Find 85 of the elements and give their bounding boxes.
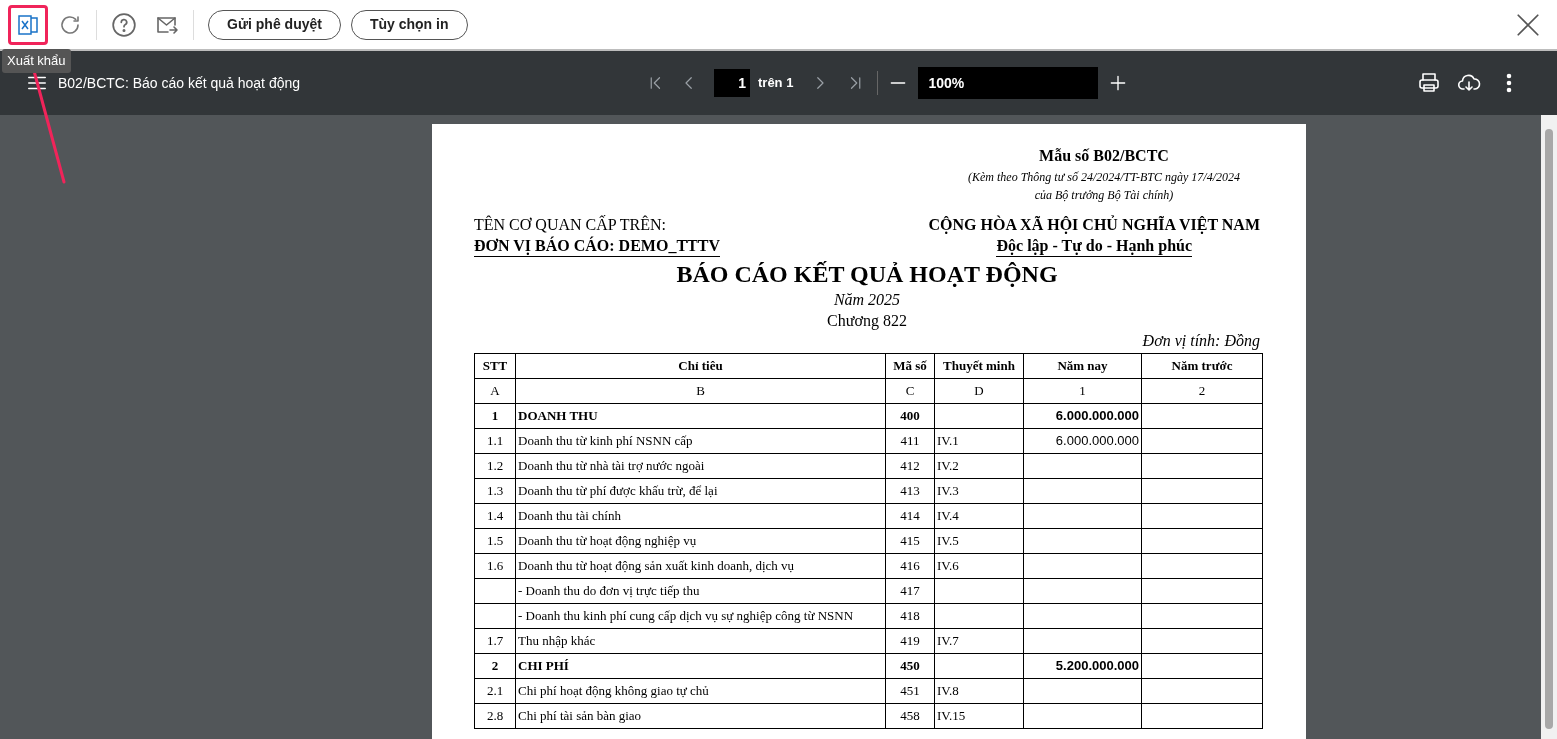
table-cell: 412 (885, 453, 935, 479)
column-header: Mã số (885, 353, 935, 379)
table-cell: 1.2 (474, 453, 516, 479)
table-cell: 450 (885, 653, 935, 679)
table-cell: 416 (885, 553, 935, 579)
column-header: Năm trước (1141, 353, 1263, 379)
table-cell (474, 603, 516, 629)
unit-note: Đơn vị tính: Đồng (1142, 331, 1260, 351)
table-cell: Doanh thu từ phí được khấu trừ, để lại (515, 478, 886, 504)
form-note: của Bộ trưởng Bộ Tài chính) (1034, 187, 1174, 204)
table-cell: 417 (885, 578, 935, 604)
document-title: B02/BCTC: Báo cáo kết quả hoạt động (58, 73, 302, 93)
page-total: trên 1 (758, 74, 794, 93)
table-cell (474, 578, 516, 604)
table-cell: 418 (885, 603, 935, 629)
table-cell: 400 (885, 403, 935, 429)
table-cell: 2 (474, 653, 516, 679)
table-cell: 413 (885, 478, 935, 504)
report-title: BÁO CÁO KẾT QUẢ HOẠT ĐỘNG (676, 260, 1058, 289)
table-cell: 1.7 (474, 628, 516, 654)
table-cell: Thu nhập khác (515, 628, 886, 654)
table-cell: 414 (885, 503, 935, 529)
table-cell: 458 (885, 703, 935, 729)
table-cell: IV.4 (934, 503, 1024, 529)
table-cell: CHI PHÍ (515, 653, 886, 679)
table-cell: Doanh thu từ hoạt động sản xuất kinh doanh, dịch vụ (515, 553, 886, 579)
table-cell: - Doanh thu do đơn vị trực tiếp thu (515, 578, 886, 604)
table-cell: Chi phí tài sản bàn giao (515, 703, 886, 729)
column-header: Thuyết minh (934, 353, 1024, 379)
export-excel-button[interactable] (8, 4, 48, 45)
column-header: Năm nay (1023, 353, 1142, 379)
table-cell: 6.000.000.000 (1023, 403, 1142, 429)
table-cell: 1.1 (474, 428, 516, 454)
table-cell: 415 (885, 528, 935, 554)
table-cell: 6.000.000.000 (1023, 428, 1142, 454)
table-cell: 1 (1023, 378, 1142, 404)
table-cell: Doanh thu từ nhà tài trợ nước ngoài (515, 453, 886, 479)
help-icon[interactable] (111, 11, 137, 38)
report-chapter: Chương 822 (827, 311, 907, 331)
table-cell: IV.1 (934, 428, 1024, 454)
table-cell: IV.8 (934, 678, 1024, 704)
table-cell: 1.6 (474, 553, 516, 579)
column-header: STT (474, 353, 516, 379)
table-cell: 2.8 (474, 703, 516, 729)
form-number: Mẫu số B02/BCTC (1039, 146, 1169, 166)
table-cell: D (934, 378, 1024, 404)
table-cell: IV.6 (934, 553, 1024, 579)
table-cell: IV.5 (934, 528, 1024, 554)
table-cell: 2 (1141, 378, 1263, 404)
table-cell: IV.2 (934, 453, 1024, 479)
table-cell: DOANH THU (515, 403, 886, 429)
form-note: (Kèm theo Thông tư số 24/2024/TT-BTC ngày 17/4/2024 (968, 169, 1240, 186)
print-icon[interactable] (1417, 71, 1441, 95)
scrollbar[interactable] (1541, 115, 1557, 739)
table-cell: A (474, 378, 516, 404)
table-cell: C (885, 378, 935, 404)
reporting-unit: ĐƠN VỊ BÁO CÁO: DEMO_TTTV (474, 235, 720, 257)
nation-heading: CỘNG HÒA XÃ HỘI CHỦ NGHĨA VIỆT NAM (928, 214, 1260, 235)
table-cell: 1.5 (474, 528, 516, 554)
table-cell: 1.3 (474, 478, 516, 504)
motto: Độc lập - Tự do - Hạnh phúc (996, 235, 1193, 257)
parent-agency-label: TÊN CƠ QUAN CẤP TRÊN: (474, 214, 667, 235)
table-cell: 5.200.000.000 (1023, 653, 1142, 679)
tooltip: Xuất khẩu (2, 49, 71, 73)
table-cell: 1 (474, 403, 516, 429)
table-cell: Doanh thu từ kinh phí NSNN cấp (515, 428, 886, 454)
table-cell: Doanh thu từ hoạt động nghiệp vụ (515, 528, 886, 554)
table-cell: Doanh thu tài chính (515, 503, 886, 529)
table-cell: - Doanh thu kinh phí cung cấp dịch vụ sự nghiệp công từ NSNN (515, 603, 886, 629)
table-cell: Chi phí hoạt động không giao tự chủ (515, 678, 886, 704)
spreadsheet-icon[interactable] (18, 13, 38, 36)
table-cell: 451 (885, 678, 935, 704)
table-cell: 2.1 (474, 678, 516, 704)
table-cell: B (515, 378, 886, 404)
table-cell: IV.15 (934, 703, 1024, 729)
page-number-field[interactable]: 1 (714, 69, 750, 97)
table-cell: IV.3 (934, 478, 1024, 504)
table-cell: IV.7 (934, 628, 1024, 654)
zoom-field[interactable]: 100% (918, 67, 1099, 99)
table-cell: 411 (885, 428, 935, 454)
table-cell: 1.4 (474, 503, 516, 529)
close-icon[interactable] (1515, 11, 1541, 38)
report-year: Năm 2025 (833, 290, 901, 310)
column-header: Chỉ tiêu (515, 353, 886, 379)
table-cell: 419 (885, 628, 935, 654)
